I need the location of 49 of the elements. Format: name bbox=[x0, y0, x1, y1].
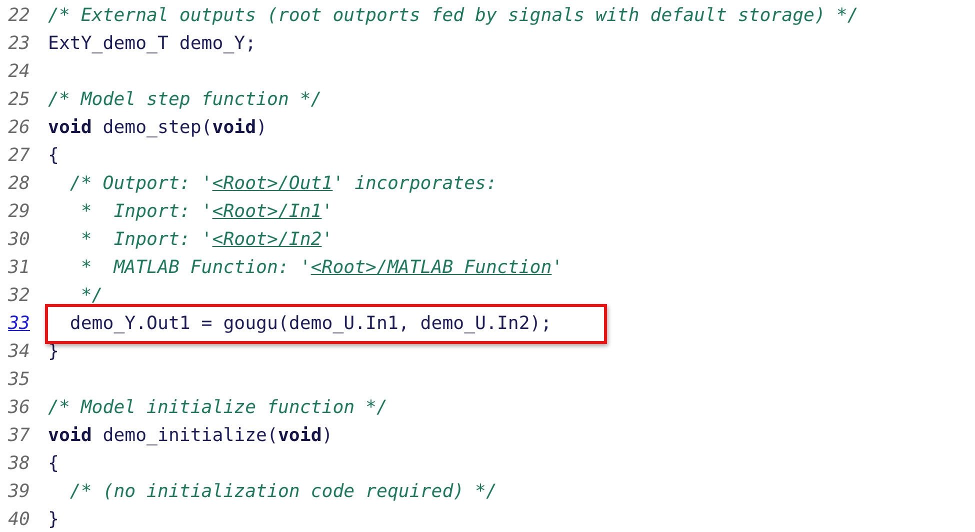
code-comment: ' bbox=[322, 201, 333, 222]
code-comment: /* Outport: ' bbox=[68, 173, 212, 194]
code-text: demo_initialize( bbox=[102, 425, 278, 446]
line-number: 25 bbox=[7, 88, 30, 112]
code-comment: /* Model initialize function */ bbox=[48, 397, 388, 418]
code-text: ) bbox=[322, 425, 333, 446]
keyword: void bbox=[48, 117, 92, 138]
code-text: demo_Y.Out1 = gougu(demo_U.In1, demo_U.In2); bbox=[68, 313, 552, 334]
line-number: 30 bbox=[7, 228, 30, 252]
code-comment: */ bbox=[80, 285, 103, 306]
code-text: demo_step( bbox=[102, 117, 212, 138]
line-number: 39 bbox=[7, 480, 30, 504]
code-link[interactable]: <Root>/In2 bbox=[212, 229, 322, 250]
line-number: 31 bbox=[7, 256, 30, 280]
keyword: void bbox=[278, 425, 322, 446]
line-number: 37 bbox=[7, 424, 30, 448]
code-comment: ' incorporates: bbox=[332, 173, 497, 194]
code-text: { bbox=[48, 145, 59, 166]
line-number: 38 bbox=[7, 452, 30, 476]
code-comment: * MATLAB Function: ' bbox=[80, 257, 311, 278]
keyword: void bbox=[48, 425, 92, 446]
code-comment: /* (no initialization code required) */ bbox=[68, 481, 497, 502]
line-number: 22 bbox=[7, 4, 30, 28]
line-number: 35 bbox=[7, 368, 30, 392]
line-number: 27 bbox=[7, 144, 30, 168]
line-number: 26 bbox=[7, 116, 30, 140]
code-link[interactable]: <Root>/Out1 bbox=[212, 173, 333, 194]
code-comment: ' bbox=[322, 229, 333, 250]
line-number: 34 bbox=[7, 340, 30, 364]
code-text: ) bbox=[256, 117, 268, 138]
code-comment: /* External outputs (root outports fed by signals with default storage) */ bbox=[48, 5, 858, 26]
line-number-link[interactable]: 33 bbox=[0, 310, 30, 338]
keyword: void bbox=[212, 117, 256, 138]
code-comment: ' bbox=[552, 257, 563, 278]
code-link[interactable]: <Root>/In1 bbox=[212, 201, 322, 222]
line-number: 28 bbox=[7, 172, 30, 196]
code-text: ExtY_demo_T demo_Y; bbox=[48, 33, 256, 54]
code-link[interactable]: <Root>/MATLAB Function bbox=[310, 257, 552, 278]
code-comment: * Inport: ' bbox=[80, 229, 212, 250]
code-comment: /* Model step function */ bbox=[48, 89, 322, 110]
line-number: 40 bbox=[7, 508, 30, 532]
code-text: { bbox=[48, 453, 59, 474]
line-number: 29 bbox=[7, 200, 30, 224]
code-comment: * Inport: ' bbox=[80, 201, 212, 222]
line-number: 32 bbox=[7, 284, 30, 308]
line-number: 36 bbox=[7, 396, 30, 420]
code-text: } bbox=[48, 509, 59, 530]
line-number: 23 bbox=[7, 32, 30, 56]
line-number: 24 bbox=[7, 60, 30, 84]
